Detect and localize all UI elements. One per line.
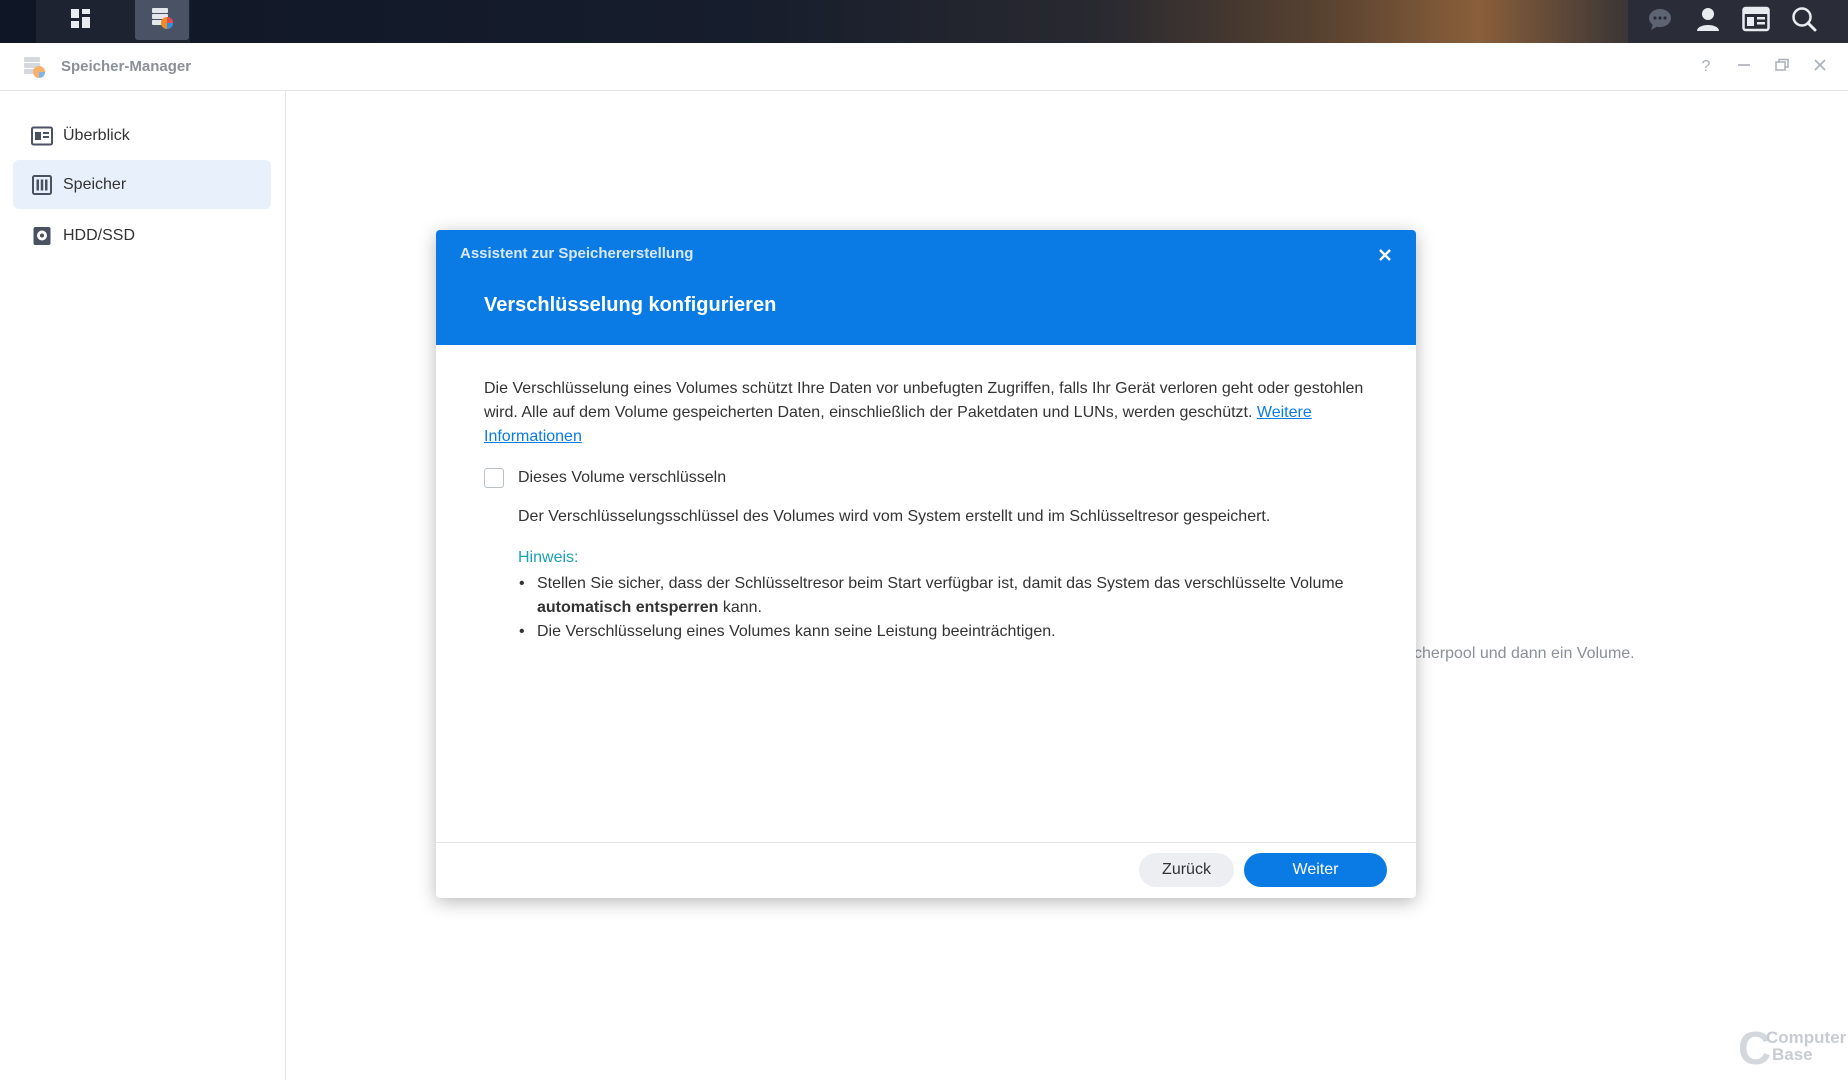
help-button[interactable]: ? (1694, 55, 1718, 79)
taskbar-right-group (1628, 0, 1848, 43)
encrypt-volume-option[interactable]: Dieses Volume verschlüsseln (484, 468, 726, 488)
sidebar-item-overview[interactable]: Überblick (13, 111, 271, 160)
chat-icon (1647, 6, 1673, 37)
hint-item: Die Verschlüsselung eines Volumes kann s… (518, 620, 1378, 644)
search-button[interactable] (1780, 0, 1828, 43)
minimize-button[interactable] (1732, 55, 1756, 79)
widgets-icon (1742, 6, 1770, 37)
window-close-button[interactable] (1808, 55, 1832, 79)
user-icon (1695, 6, 1721, 37)
encrypt-volume-checkbox[interactable] (484, 468, 504, 488)
hint-list: Stellen Sie sicher, dass der Schlüsseltr… (518, 572, 1378, 644)
close-icon (1813, 58, 1827, 77)
restore-icon (1775, 58, 1789, 77)
back-button[interactable]: Zurück (1139, 853, 1234, 887)
encrypt-volume-label[interactable]: Dieses Volume verschlüsseln (518, 469, 726, 487)
dialog-body: Die Verschlüsselung eines Volumes schütz… (484, 377, 1374, 449)
drive-icon (31, 225, 53, 247)
sidebar-item-storage[interactable]: Speicher (13, 160, 271, 209)
help-icon: ? (1701, 58, 1711, 75)
storage-icon (31, 174, 53, 196)
storage-manager-window-icon (21, 53, 49, 81)
dialog-title: Verschlüsselung konfigurieren (484, 294, 777, 316)
storage-manager-app-icon (148, 4, 176, 37)
chat-button[interactable] (1636, 0, 1684, 43)
hint-item: Stellen Sie sicher, dass der Schlüsseltr… (518, 572, 1378, 620)
window-title: Speicher-Manager (61, 58, 192, 75)
search-icon (1791, 6, 1817, 37)
storage-creation-wizard-dialog: Assistent zur Speichererstellung Verschl… (436, 230, 1416, 898)
storage-manager-taskbar-button[interactable] (135, 0, 189, 40)
watermark-logo: C Computer Base (1738, 1022, 1847, 1074)
overview-icon (31, 125, 53, 147)
wizard-title: Assistent zur Speichererstellung (460, 245, 694, 262)
sidebar: Überblick Speicher HDD/SSD (0, 91, 286, 1080)
main-menu-button[interactable] (36, 0, 126, 43)
encryption-key-info: Der Verschlüsselungsschlüssel des Volume… (518, 508, 1271, 525)
sidebar-item-label: HDD/SSD (63, 226, 136, 244)
hint-title: Hinweis: (518, 549, 579, 566)
minimize-icon (1737, 58, 1751, 77)
dialog-header: Assistent zur Speichererstellung Verschl… (436, 230, 1416, 345)
next-button[interactable]: Weiter (1244, 853, 1387, 887)
restore-button[interactable] (1770, 55, 1794, 79)
close-icon (1379, 249, 1391, 261)
sidebar-item-label: Speicher (63, 175, 127, 193)
sidebar-item-label: Überblick (63, 126, 130, 144)
dialog-footer: Zurück Weiter (436, 842, 1416, 898)
main-menu-icon (70, 8, 92, 35)
taskbar (0, 0, 1848, 43)
widgets-button[interactable] (1732, 0, 1780, 43)
window-titlebar: Speicher-Manager ? (0, 43, 1848, 91)
encryption-description: Die Verschlüsselung eines Volumes schütz… (484, 380, 1364, 445)
user-button[interactable] (1684, 0, 1732, 43)
background-hint-text: cherpool und dann ein Volume. (1414, 645, 1635, 662)
sidebar-item-hdd-ssd[interactable]: HDD/SSD (13, 211, 271, 260)
dialog-close-button[interactable] (1374, 244, 1396, 266)
